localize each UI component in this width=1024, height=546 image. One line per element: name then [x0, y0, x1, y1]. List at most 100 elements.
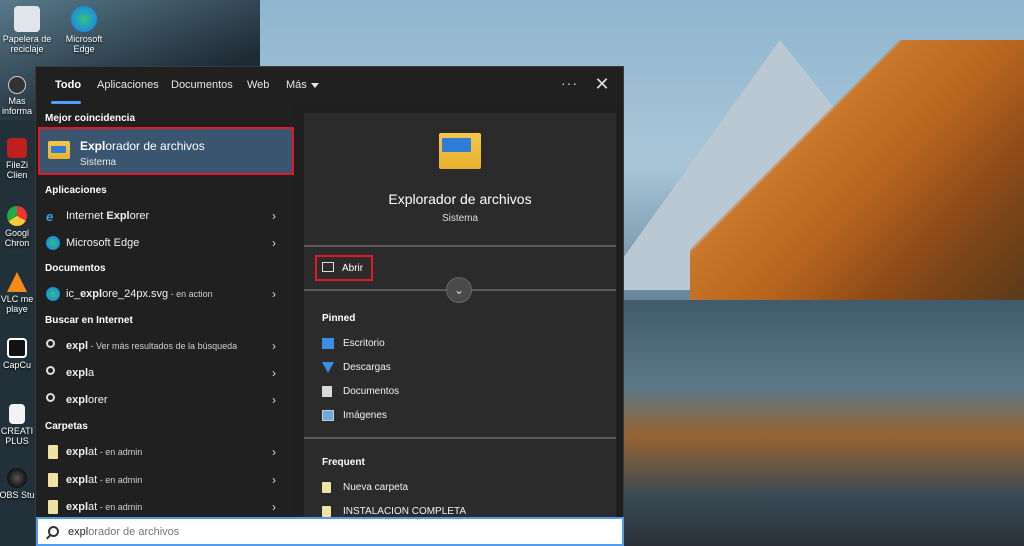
capcut-icon: [7, 338, 27, 358]
folder-icon: [48, 500, 58, 514]
file-icon: [9, 404, 25, 424]
section-best-match: Mejor coincidencia: [45, 113, 136, 124]
download-icon: [322, 362, 334, 373]
open-button[interactable]: Abrir: [315, 255, 373, 281]
chevron-right-icon[interactable]: ›: [272, 209, 276, 223]
list-item-app[interactable]: Microsoft Edge ›: [36, 230, 294, 256]
tab-more[interactable]: Más: [286, 79, 319, 91]
list-item-web[interactable]: expla ›: [36, 360, 294, 386]
list-item-folder[interactable]: explat - en admin ›: [36, 494, 294, 515]
file-explorer-icon: [48, 141, 70, 159]
filezilla-icon: [7, 138, 27, 158]
internet-explorer-icon: e: [46, 209, 54, 224]
search-input[interactable]: explorador de archivos: [36, 517, 624, 546]
close-button[interactable]: ✕: [592, 75, 612, 95]
divider: [304, 437, 616, 439]
pinned-item[interactable]: Documentos: [318, 381, 608, 403]
frequent-label: Nueva carpeta: [343, 482, 409, 493]
best-match-item[interactable]: Explorador de archivos Sistema: [38, 127, 294, 175]
list-item-document[interactable]: ic_explore_24px.svg - en action ›: [36, 281, 294, 307]
search-icon: [48, 526, 59, 537]
preview-subtitle: Sistema: [441, 213, 479, 224]
tab-todo[interactable]: Todo: [55, 79, 81, 91]
edge-icon: [46, 287, 60, 301]
frequent-item[interactable]: Nueva carpeta: [318, 477, 608, 499]
pinned-item[interactable]: Imágenes: [318, 405, 608, 427]
chevron-right-icon[interactable]: ›: [272, 236, 276, 250]
edge-icon: [46, 236, 60, 250]
pinned-label: Descargas: [343, 362, 391, 373]
list-item-label: expla: [66, 367, 95, 379]
section-apps: Aplicaciones: [45, 185, 107, 196]
desktop-icon-info[interactable]: Mas informa: [0, 76, 37, 116]
desktop-icon-recycle-bin[interactable]: Papelera de reciclaje: [0, 6, 57, 54]
desktop-icon-vlc[interactable]: VLC me playe: [0, 272, 37, 314]
active-tab-indicator: [51, 101, 81, 104]
desktop-icon-label: Papelera de reciclaje: [2, 34, 52, 54]
desktop-icon-obs[interactable]: OBS Stu: [0, 468, 37, 500]
list-item-label: explat - en admin: [66, 474, 143, 486]
desktop-icon-capcut[interactable]: CapCu: [0, 338, 37, 370]
desktop-icon-label: Googl Chron: [4, 228, 30, 248]
chevron-right-icon[interactable]: ›: [272, 287, 276, 301]
vlc-icon: [7, 272, 27, 292]
pictures-icon: [322, 410, 334, 421]
list-item-label: explat - en admin: [66, 446, 143, 458]
section-folders: Carpetas: [45, 421, 88, 432]
more-options-button[interactable]: ···: [561, 75, 578, 91]
file-explorer-icon: [439, 133, 481, 169]
list-item-app[interactable]: e Internet Explorer ›: [36, 203, 294, 229]
desktop-icon-label: CapCu: [2, 360, 31, 370]
chevron-down-icon: [310, 82, 319, 88]
list-item-folder[interactable]: explat - en admin ›: [36, 467, 294, 493]
desktop-icon-filezilla[interactable]: FileZi Clien: [0, 138, 37, 180]
search-icon: [46, 393, 55, 402]
tab-aplicaciones[interactable]: Aplicaciones: [97, 79, 159, 91]
section-documents: Documentos: [45, 263, 106, 274]
list-item-label: ic_explore_24px.svg - en action: [66, 288, 213, 300]
section-frequent: Frequent: [322, 457, 365, 468]
chevron-right-icon[interactable]: ›: [272, 366, 276, 380]
pinned-item[interactable]: Escritorio: [318, 333, 608, 355]
list-item-web[interactable]: explorer ›: [36, 387, 294, 413]
section-web: Buscar en Internet: [45, 315, 133, 326]
chevron-right-icon[interactable]: ›: [272, 500, 276, 514]
info-icon: [8, 76, 26, 94]
open-icon: [322, 262, 334, 272]
desktop-icon: [322, 338, 334, 349]
tab-documentos[interactable]: Documentos: [171, 79, 233, 91]
best-match-title: Explorador de archivos: [80, 139, 205, 153]
chevron-right-icon[interactable]: ›: [272, 445, 276, 459]
desktop-icon-creati[interactable]: CREATI PLUS: [0, 404, 37, 446]
tab-bar: Todo Aplicaciones Documentos Web Más ···…: [36, 67, 623, 105]
wallpaper-lake: [620, 300, 1024, 546]
search-panel: Todo Aplicaciones Documentos Web Más ···…: [35, 66, 624, 546]
desktop-icon-label: OBS Stu: [0, 490, 35, 500]
obs-icon: [7, 468, 27, 488]
list-item-label: Internet Explorer: [66, 210, 150, 222]
list-item-label: Microsoft Edge: [66, 237, 140, 249]
desktop-icon-label: CREATI PLUS: [0, 426, 34, 446]
chevron-right-icon[interactable]: ›: [272, 393, 276, 407]
pinned-label: Escritorio: [343, 338, 385, 349]
chevron-right-icon[interactable]: ›: [272, 339, 276, 353]
pinned-label: Documentos: [343, 386, 400, 397]
list-item-folder[interactable]: explat - en admin ›: [36, 439, 294, 465]
best-match-subtitle: Sistema: [80, 157, 117, 168]
list-item-web[interactable]: expl - Ver más resultados de la búsqueda…: [36, 333, 294, 359]
edge-icon: [71, 6, 97, 32]
tab-web[interactable]: Web: [247, 79, 269, 91]
chrome-icon: [7, 206, 27, 226]
search-icon: [46, 366, 55, 375]
folder-icon: [48, 473, 58, 487]
recycle-bin-icon: [14, 6, 40, 32]
search-icon: [46, 339, 55, 348]
results-list: Mejor coincidencia Explorador de archivo…: [36, 105, 294, 515]
divider: [304, 245, 616, 247]
chevron-right-icon[interactable]: ›: [272, 473, 276, 487]
document-icon: [322, 386, 332, 397]
desktop-icon-edge[interactable]: Microsoft Edge: [54, 6, 114, 54]
expand-button[interactable]: ⌄: [446, 277, 472, 303]
desktop-icon-chrome[interactable]: Googl Chron: [0, 206, 37, 248]
pinned-item[interactable]: Descargas: [318, 357, 608, 379]
